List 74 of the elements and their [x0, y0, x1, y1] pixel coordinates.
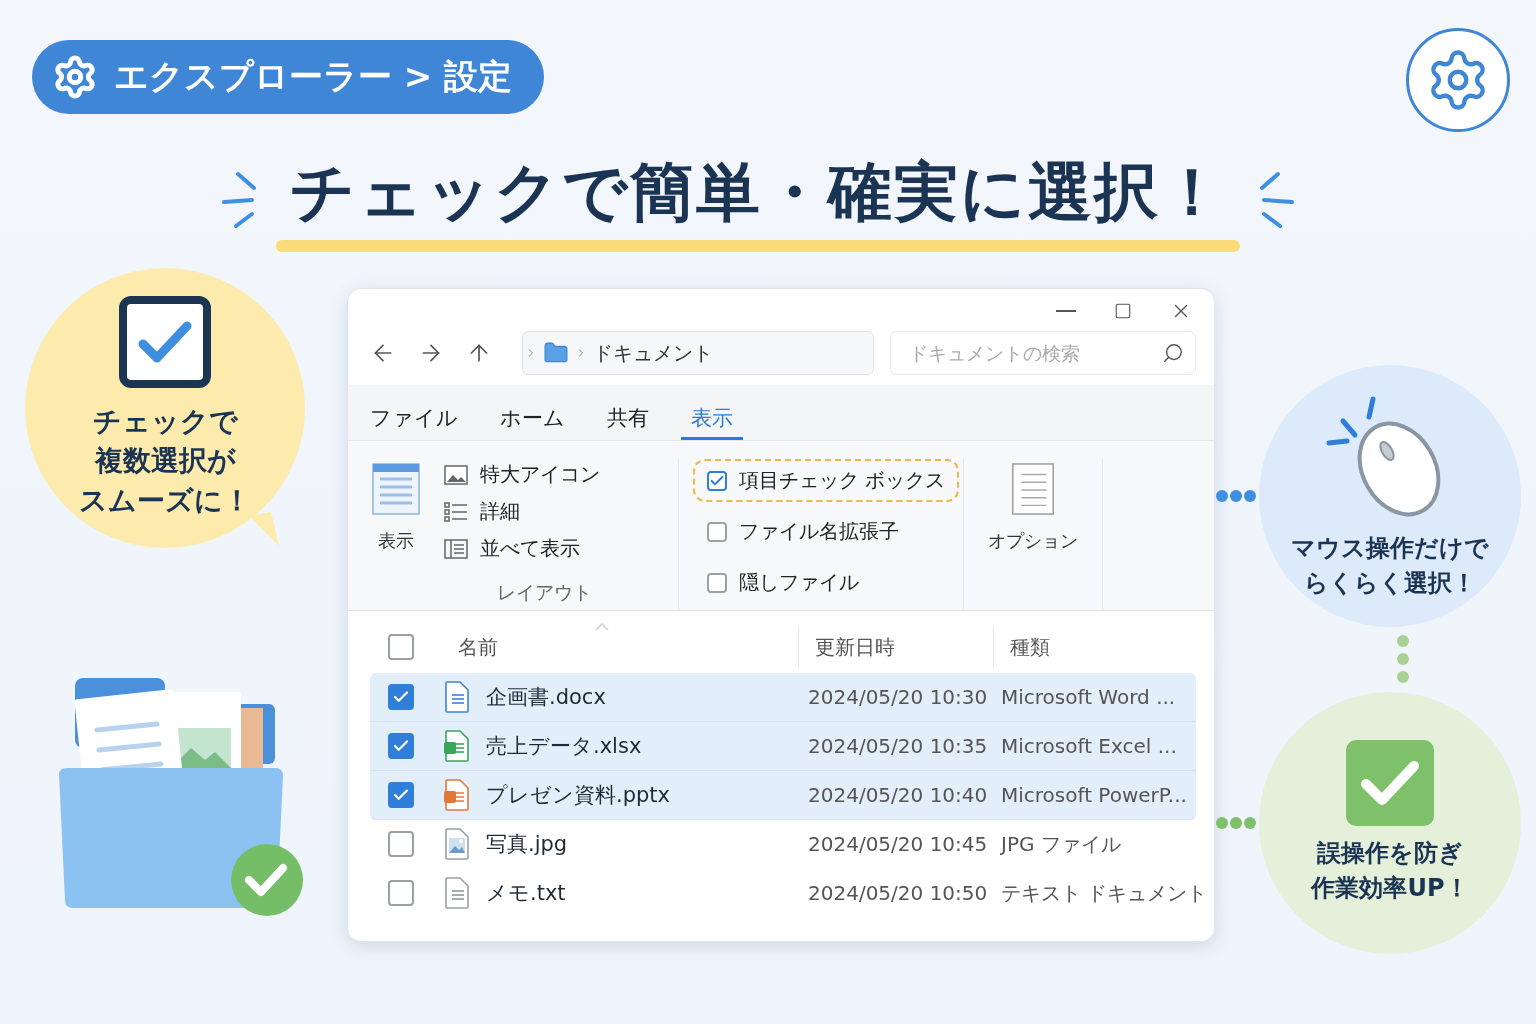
checkbox[interactable]	[388, 684, 414, 710]
ribbon-tab[interactable]: ファイル	[360, 391, 468, 440]
group-label: レイアウト	[496, 580, 592, 605]
ribbon-tab[interactable]: ホーム	[490, 391, 575, 440]
table-cell-text: 2024/05/20 10:35	[807, 734, 989, 758]
callout-text: 作業効率UP！	[1311, 873, 1469, 904]
table-cell-text: Microsoft Word ...	[1000, 685, 1177, 709]
table-cell-text: 2024/05/20 10:45	[807, 832, 989, 856]
checkbox[interactable]	[707, 521, 727, 542]
layout-option[interactable]: 並べて表示	[444, 533, 664, 564]
checkbox-label: 隠しファイル	[739, 569, 859, 596]
connector-dots	[1215, 489, 1257, 503]
file-name[interactable]: 写真.jpg	[486, 830, 798, 858]
callout-text: マウス操作だけで	[1291, 533, 1489, 565]
image-file-icon	[444, 828, 470, 860]
table-cell-text: JPG ファイル	[999, 830, 1122, 858]
caret-icon	[595, 623, 609, 631]
layout-icon	[372, 463, 420, 515]
column-header[interactable]: 名前	[458, 627, 798, 667]
file-name[interactable]: プレゼン資料.pptx	[486, 781, 798, 809]
column-header[interactable]: 更新日時	[798, 627, 993, 667]
file-name[interactable]: メモ.txt	[486, 879, 798, 907]
column-header[interactable]: 種類	[993, 627, 1196, 667]
table-cell-text: 2024/05/20 10:40	[807, 783, 989, 807]
picture-icon	[444, 464, 468, 485]
minimize-icon	[1056, 310, 1076, 312]
tiles-icon	[444, 538, 468, 559]
checkmark-icon	[1346, 740, 1434, 827]
search-icon	[1162, 342, 1184, 364]
table-cell-text: 2024/05/20 10:50	[807, 881, 989, 905]
checkbox[interactable]	[388, 831, 414, 857]
layout-option[interactable]: 特大アイコン	[444, 459, 664, 490]
address-bar[interactable]: ドキュメント	[522, 331, 874, 375]
checkbox-label: 項目チェック ボックス	[739, 467, 946, 494]
checkbox[interactable]	[707, 572, 727, 593]
bubble-text: 複数選択が	[94, 443, 236, 480]
layout-option[interactable]: 詳細	[444, 496, 664, 527]
file-name[interactable]: 企画書.docx	[486, 683, 798, 711]
document-icon	[444, 730, 470, 762]
callout-text: らくらく選択！	[1304, 568, 1476, 599]
document-icon	[444, 681, 470, 713]
maximize-button[interactable]	[1114, 302, 1132, 320]
selected-row[interactable]: プレゼン資料.pptx 2024/05/20 10:40 Microsoft PowerP...	[370, 771, 1196, 820]
selected-row[interactable]: 売上データ.xlsx 2024/05/20 10:35 Microsoft Excel ...	[370, 722, 1196, 771]
document-icon	[444, 779, 470, 811]
checkbox[interactable]	[388, 880, 414, 906]
checkbox[interactable]	[707, 470, 727, 491]
callout-text: 誤操作を防ぎ	[1317, 838, 1463, 870]
table-cell-text: Microsoft PowerP...	[1000, 783, 1188, 807]
badge-text: エクスプローラー > 設定	[114, 55, 513, 98]
headline: チェックで簡単・確実に選択！	[289, 153, 1227, 231]
bubble-text: チェックで	[92, 404, 238, 441]
view-button[interactable]: 表示	[362, 459, 430, 557]
ribbon-tab[interactable]: 共有	[597, 391, 659, 440]
checkbox[interactable]	[388, 733, 414, 759]
search-field[interactable]: ドキュメントの検索	[890, 331, 1196, 375]
document-icon	[444, 877, 470, 909]
list-icon	[444, 501, 468, 522]
checkbox[interactable]	[388, 782, 414, 808]
connector-dots	[1215, 816, 1257, 830]
checkbox[interactable]	[388, 634, 414, 660]
bubble-text: スムーズに！	[79, 482, 251, 519]
selected-row[interactable]: 企画書.docx 2024/05/20 10:30 Microsoft Word ...	[370, 673, 1196, 722]
maximize-icon	[1114, 302, 1132, 320]
table-cell-text: Microsoft Excel ...	[1000, 734, 1178, 758]
options-icon	[1011, 463, 1055, 515]
options-button[interactable]: オプション	[978, 459, 1088, 557]
settings-icon	[52, 54, 98, 100]
address-text: ドキュメント	[593, 339, 713, 367]
checkbox-icon	[119, 296, 211, 389]
table-cell-text: 2024/05/20 10:30	[807, 685, 989, 709]
table-cell-text: テキスト ドキュメント	[1000, 879, 1208, 907]
checkbox-label: ファイル名拡張子	[739, 518, 899, 545]
file-name[interactable]: 売上データ.xlsx	[486, 732, 798, 760]
